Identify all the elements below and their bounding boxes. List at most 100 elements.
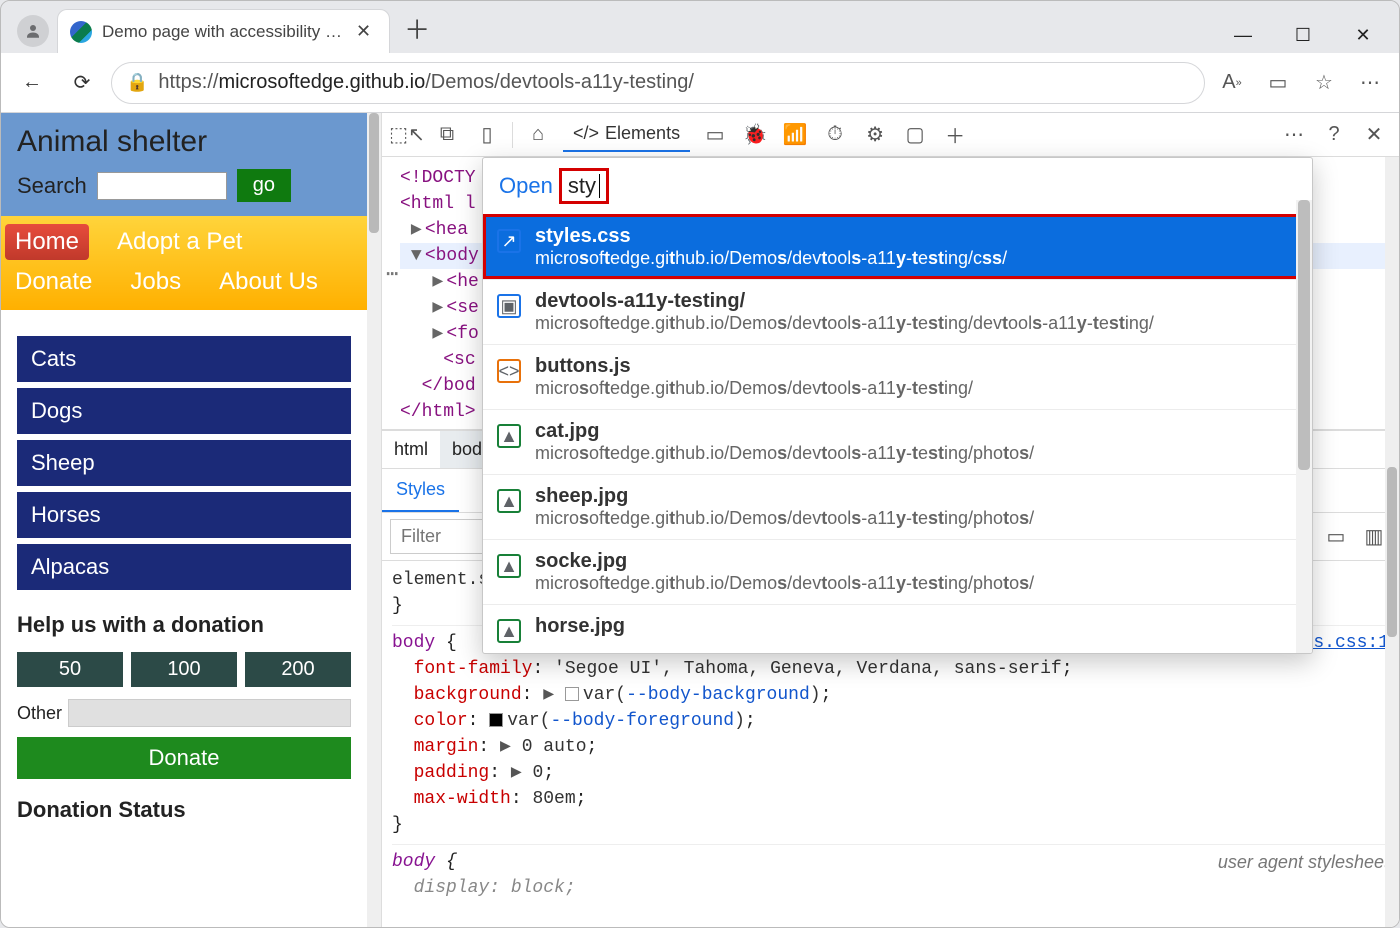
nav-donate[interactable]: Donate xyxy=(5,264,102,300)
file-path: microsoftedge.github.io/Demos/devtools-a… xyxy=(535,573,1034,594)
device-toolbar-icon[interactable]: ⧉ xyxy=(432,120,462,150)
command-menu-item[interactable]: ▲ socke.jpgmicrosoftedge.github.io/Demos/… xyxy=(483,539,1312,604)
image-file-icon: ▲ xyxy=(497,424,521,448)
category-item[interactable]: Alpacas xyxy=(17,544,351,590)
command-menu-list[interactable]: ↗styles.cssmicrosoftedge.github.io/Demos… xyxy=(483,214,1312,653)
file-name: sheep.jpg xyxy=(535,485,1034,508)
lock-icon: 🔒 xyxy=(126,72,148,93)
command-menu-item[interactable]: ▲ cat.jpgmicrosoftedge.github.io/Demos/de… xyxy=(483,409,1312,474)
devtools-panel: ⬚↖ ⧉ ▯ ⌂ </>Elements ▭ 🐞 📶 ⏱ ⚙ ▢ ＋ ⋯ ? ✕ xyxy=(381,113,1399,927)
command-menu-input[interactable]: sty xyxy=(559,168,609,204)
rendered-page: Animal shelter Search go Home Adopt a Pe… xyxy=(1,113,381,927)
category-item[interactable]: Sheep xyxy=(17,440,351,486)
file-name: horse.jpg xyxy=(535,615,625,638)
more-tabs-icon[interactable]: ＋ xyxy=(940,120,970,150)
donation-status-heading: Donation Status xyxy=(17,797,351,823)
donation-amount-button[interactable]: 100 xyxy=(131,652,237,687)
help-icon[interactable]: ? xyxy=(1319,120,1349,150)
command-menu-header: Open sty xyxy=(483,158,1312,214)
edge-favicon-icon xyxy=(70,21,92,43)
folder-icon: ▣ xyxy=(497,294,521,318)
memory-tab-icon[interactable]: ⚙ xyxy=(860,120,890,150)
category-item[interactable]: Horses xyxy=(17,492,351,538)
performance-tab-icon[interactable]: ⏱ xyxy=(820,120,850,150)
category-item[interactable]: Dogs xyxy=(17,388,351,434)
primary-nav: Home Adopt a Pet Donate Jobs About Us xyxy=(1,216,367,310)
devtools-toolbar: ⬚↖ ⧉ ▯ ⌂ </>Elements ▭ 🐞 📶 ⏱ ⚙ ▢ ＋ ⋯ ? ✕ xyxy=(382,113,1399,157)
url-text: https://microsoftedge.github.io/Demos/de… xyxy=(158,71,693,94)
console-tab-icon[interactable]: ▭ xyxy=(700,120,730,150)
image-file-icon: ▲ xyxy=(497,619,521,643)
crumb-html[interactable]: html xyxy=(382,431,440,468)
back-button[interactable]: ← xyxy=(11,62,53,104)
donation-amount-button[interactable]: 200 xyxy=(245,652,351,687)
dom-more-actions-icon[interactable]: ⋯ xyxy=(386,263,398,289)
other-amount-input[interactable] xyxy=(68,699,351,727)
inspect-element-icon[interactable]: ⬚↖ xyxy=(392,120,422,150)
file-path: microsoftedge.github.io/Demos/devtools-a… xyxy=(535,313,1154,334)
file-name: devtools-a11y-testing/ xyxy=(535,290,1154,313)
donation-amount-button[interactable]: 50 xyxy=(17,652,123,687)
category-item[interactable]: Cats xyxy=(17,336,351,382)
panel-icon[interactable]: ▯ xyxy=(472,120,502,150)
command-menu: Open sty ↗styles.cssmicrosoftedge.github… xyxy=(482,157,1313,654)
toggle-classes-icon[interactable]: ▭ xyxy=(1321,522,1351,552)
read-aloud-icon[interactable]: A» xyxy=(1217,68,1247,98)
file-name: socke.jpg xyxy=(535,550,1034,573)
category-list: Cats Dogs Sheep Horses Alpacas xyxy=(1,310,367,590)
file-path: microsoftedge.github.io/Demos/devtools-a… xyxy=(535,443,1034,464)
page-scrollbar[interactable] xyxy=(367,113,381,927)
command-menu-item[interactable]: <>buttons.jsmicrosoftedge.github.io/Demo… xyxy=(483,344,1312,409)
page-title: Animal shelter xyxy=(17,125,351,159)
file-name: cat.jpg xyxy=(535,420,1034,443)
devtools-more-icon[interactable]: ⋯ xyxy=(1279,120,1309,150)
settings-more-icon[interactable]: ⋯ xyxy=(1355,68,1385,98)
application-tab-icon[interactable]: ▢ xyxy=(900,120,930,150)
styles-tab[interactable]: Styles xyxy=(382,469,459,512)
window-maximize-button[interactable]: ☐ xyxy=(1285,17,1321,53)
welcome-tab-icon[interactable]: ⌂ xyxy=(523,120,553,150)
address-bar-row: ← ⟳ 🔒 https://microsoftedge.github.io/De… xyxy=(1,53,1399,113)
search-label: Search xyxy=(17,173,87,199)
devtools-scrollbar[interactable] xyxy=(1385,157,1399,927)
window-minimize-button[interactable]: — xyxy=(1225,17,1261,53)
favorite-icon[interactable]: ☆ xyxy=(1309,68,1339,98)
command-menu-item[interactable]: ↗styles.cssmicrosoftedge.github.io/Demos… xyxy=(483,214,1312,279)
network-tab-icon[interactable]: 📶 xyxy=(780,120,810,150)
go-button[interactable]: go xyxy=(237,169,291,202)
refresh-button[interactable]: ⟳ xyxy=(61,62,103,104)
open-label: Open xyxy=(499,173,553,199)
sources-tab-icon[interactable]: 🐞 xyxy=(740,120,770,150)
content-area: Animal shelter Search go Home Adopt a Pe… xyxy=(1,113,1399,927)
devtools-close-icon[interactable]: ✕ xyxy=(1359,120,1389,150)
search-input[interactable] xyxy=(97,172,227,200)
window-close-button[interactable]: ✕ xyxy=(1345,17,1381,53)
tab-title: Demo page with accessibility issu xyxy=(102,22,342,42)
new-tab-button[interactable]: ＋ xyxy=(390,4,444,53)
command-menu-scrollbar[interactable] xyxy=(1296,200,1312,653)
elements-tab[interactable]: </>Elements xyxy=(563,117,690,152)
titlebar: Demo page with accessibility issu ✕ ＋ — … xyxy=(1,1,1399,53)
donate-button[interactable]: Donate xyxy=(17,737,351,779)
omnibox[interactable]: 🔒 https://microsoftedge.github.io/Demos/… xyxy=(111,62,1205,104)
command-menu-item[interactable]: ▲sheep.jpgmicrosoftedge.github.io/Demos/… xyxy=(483,474,1312,539)
immersive-reader-icon[interactable]: ▭ xyxy=(1263,68,1293,98)
image-file-icon: ▲ xyxy=(497,554,521,578)
nav-jobs[interactable]: Jobs xyxy=(120,264,191,300)
other-label: Other xyxy=(17,703,62,724)
nav-about[interactable]: About Us xyxy=(209,264,328,300)
user-agent-stylesheet-label: user agent stylesheet xyxy=(1218,849,1389,875)
file-path: microsoftedge.github.io/Demos/devtools-a… xyxy=(535,248,1007,269)
command-menu-item[interactable]: ▣ devtools-a11y-testing/microsoftedge.git… xyxy=(483,279,1312,344)
browser-window: Demo page with accessibility issu ✕ ＋ — … xyxy=(0,0,1400,928)
nav-home[interactable]: Home xyxy=(5,224,89,260)
browser-tab[interactable]: Demo page with accessibility issu ✕ xyxy=(57,9,390,53)
nav-adopt[interactable]: Adopt a Pet xyxy=(107,224,252,260)
image-file-icon: ▲ xyxy=(497,489,521,513)
donation-section: Help us with a donation 50 100 200 Other… xyxy=(1,590,367,833)
window-controls: — ☐ ✕ xyxy=(1225,9,1399,53)
command-menu-item[interactable]: ▲ horse.jpg xyxy=(483,604,1312,653)
profile-button[interactable] xyxy=(17,15,49,47)
tab-close-icon[interactable]: ✕ xyxy=(352,19,375,44)
css-file-icon: ↗ xyxy=(497,229,521,253)
